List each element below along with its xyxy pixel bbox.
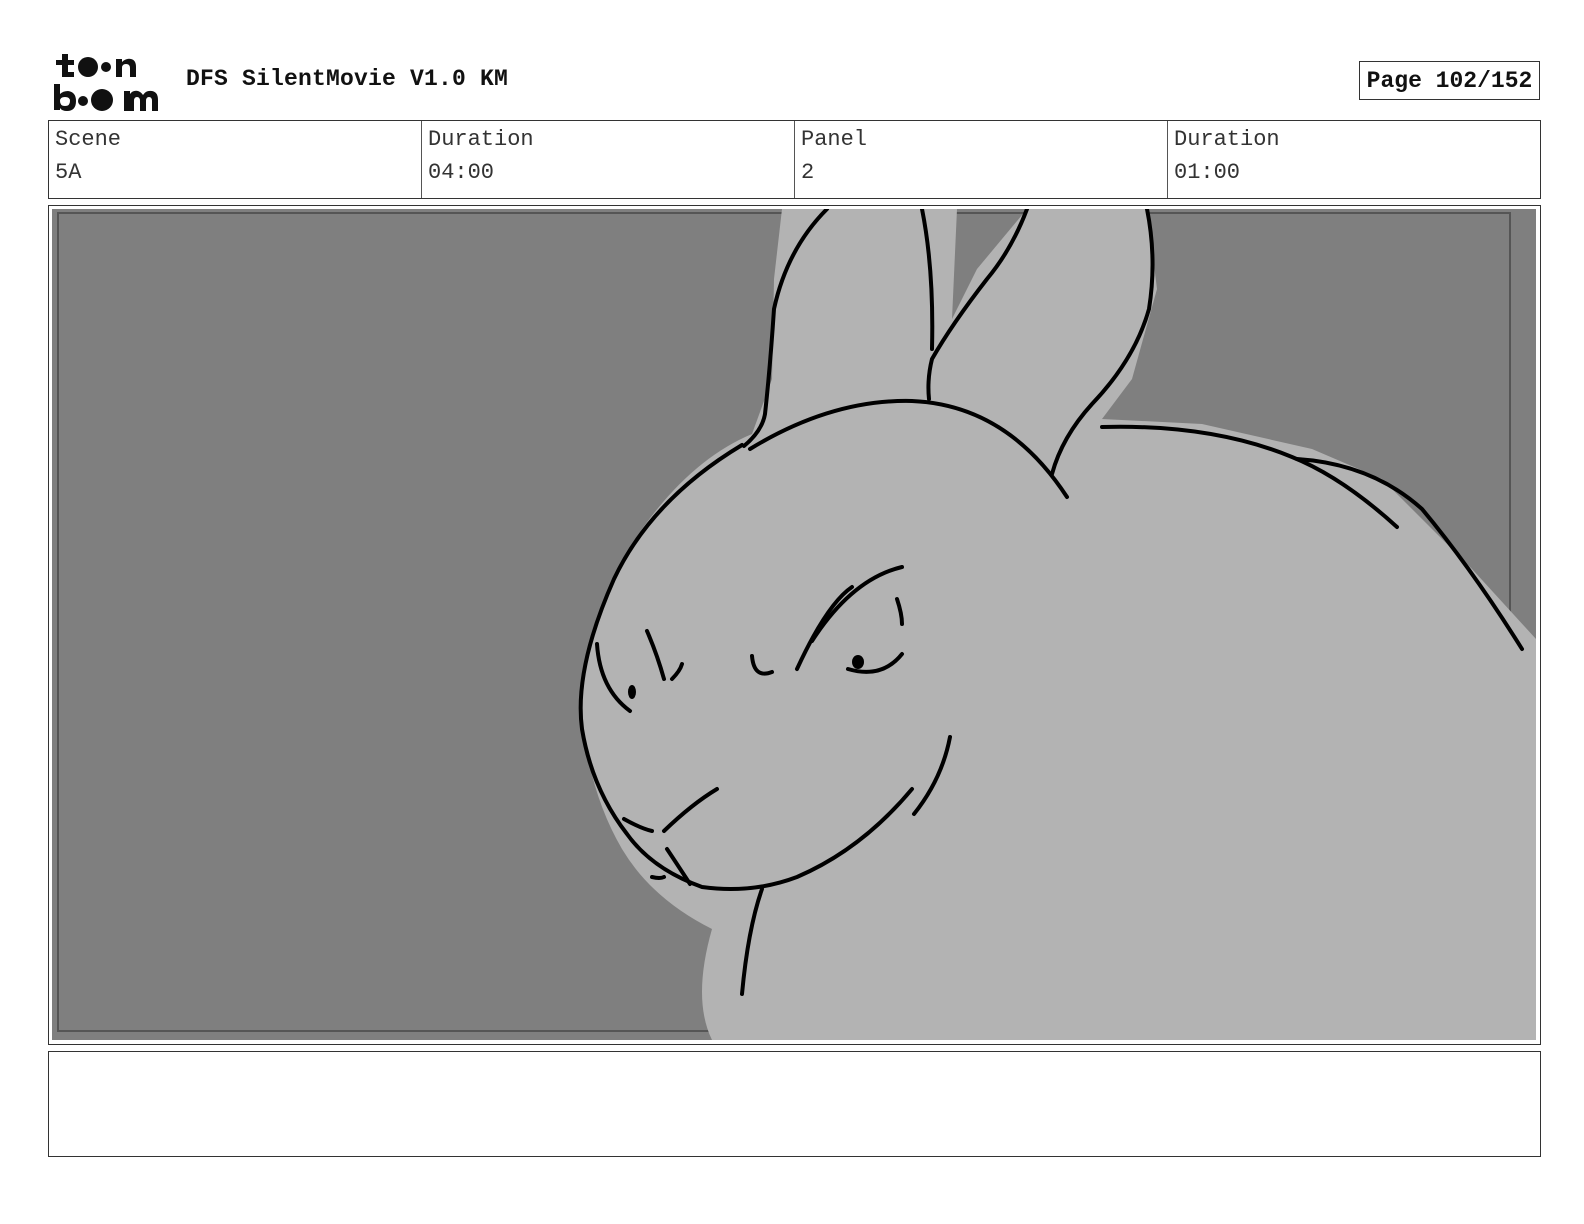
scene-duration-value: 04:00 bbox=[428, 160, 495, 185]
storyboard-panel-image bbox=[52, 209, 1536, 1040]
panel-duration-value: 01:00 bbox=[1174, 160, 1241, 185]
scene-duration-label: Duration bbox=[428, 127, 534, 152]
scene-duration-cell: Duration 04:00 bbox=[422, 121, 795, 198]
panel-label: Panel bbox=[801, 127, 868, 152]
toon-boom-logo-icon bbox=[54, 54, 158, 111]
scene-value: 5A bbox=[55, 160, 82, 185]
panel-cell: Panel 2 bbox=[795, 121, 1168, 198]
panel-value: 2 bbox=[801, 160, 815, 185]
scene-info-table: Scene 5A Duration 04:00 Panel 2 Duration… bbox=[48, 120, 1541, 199]
rabbit-sketch-icon bbox=[52, 209, 1536, 1040]
panel-duration-cell: Duration 01:00 bbox=[1168, 121, 1540, 198]
panel-duration-label: Duration bbox=[1174, 127, 1280, 152]
project-title: DFS SilentMovie V1.0 KM bbox=[186, 66, 509, 92]
page-number: Page 102/152 bbox=[1366, 67, 1533, 94]
scene-label: Scene bbox=[55, 127, 122, 152]
storyboard-panel-frame bbox=[48, 205, 1541, 1045]
page-number-box: Page 102/152 bbox=[1359, 61, 1540, 100]
scene-cell: Scene 5A bbox=[49, 121, 422, 198]
panel-notes-box bbox=[48, 1051, 1541, 1157]
toon-boom-logo bbox=[50, 50, 166, 114]
